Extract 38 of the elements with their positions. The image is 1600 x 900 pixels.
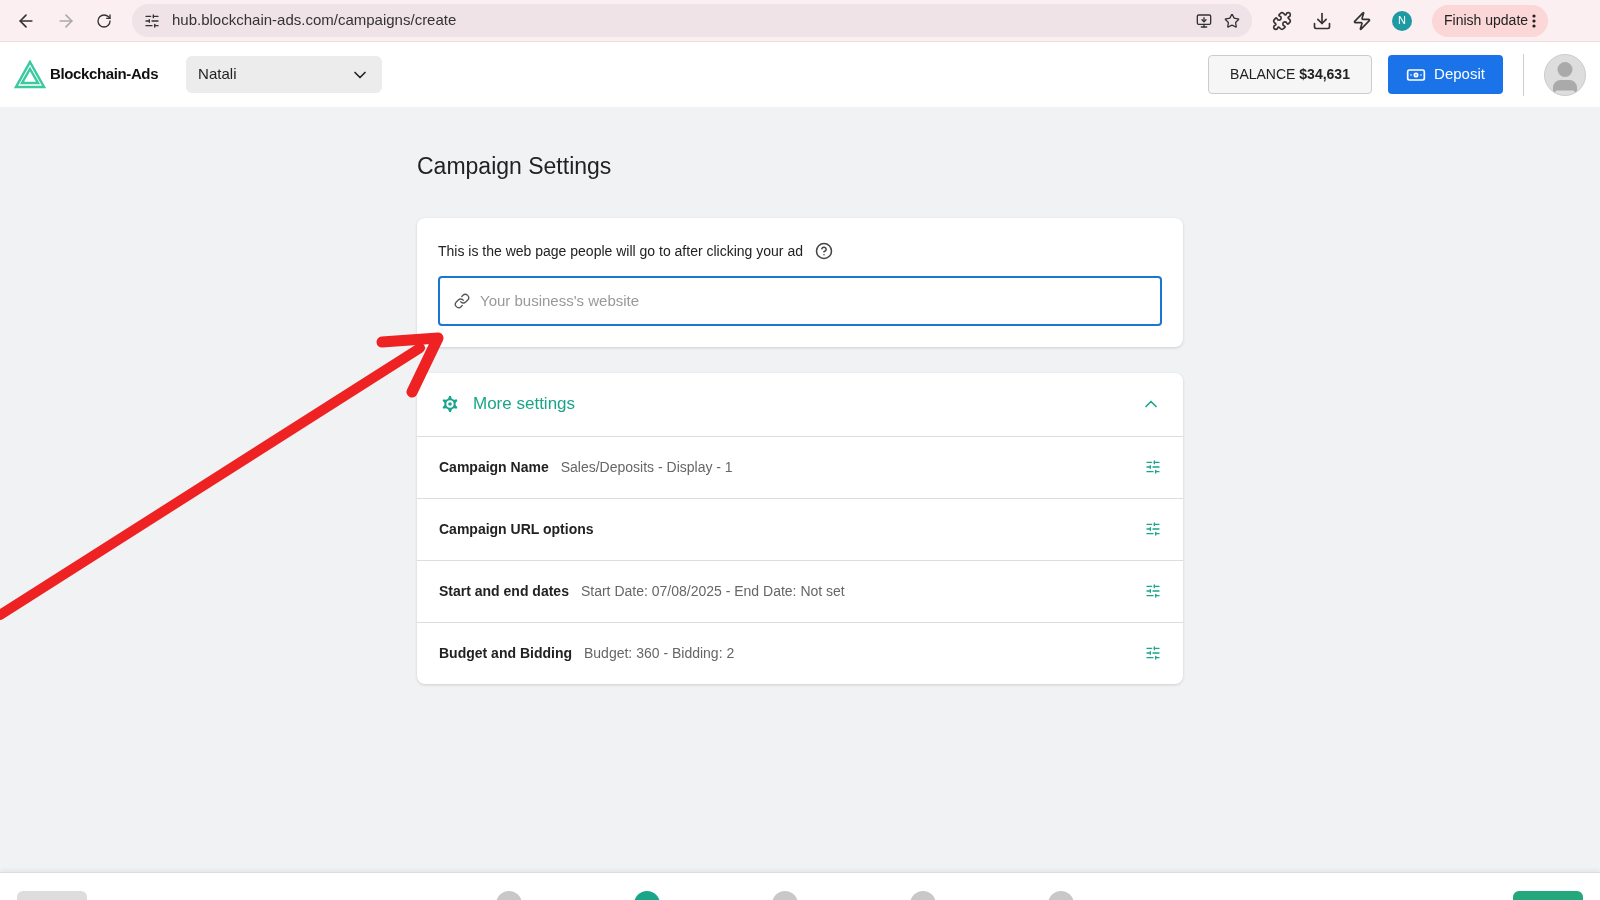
setting-label: Budget and Bidding: [439, 643, 572, 663]
setting-label: Campaign URL options: [439, 519, 594, 539]
website-input-field[interactable]: Your business's website: [438, 275, 1162, 326]
setting-label: Start and end dates: [439, 581, 569, 601]
reload-icon[interactable]: [96, 12, 112, 29]
setting-value: Sales/Deposits - Display - 1: [560, 457, 733, 477]
adjust-icon[interactable]: [1145, 645, 1161, 661]
deposit-button[interactable]: Deposit: [1388, 55, 1503, 94]
finish-update-button[interactable]: Finish update: [1432, 4, 1549, 37]
download-icon[interactable]: [1312, 10, 1332, 31]
url-text: hub.blockchain-ads.com/campaigns/create: [172, 10, 457, 31]
adjust-icon[interactable]: [1145, 583, 1161, 599]
balance-button[interactable]: BALANCE $34,631: [1208, 55, 1372, 94]
page-title: Campaign Settings: [417, 152, 613, 181]
site-settings-icon[interactable]: [144, 12, 160, 29]
lightning-icon[interactable]: [1352, 10, 1372, 31]
settings-row[interactable]: Campaign Name Sales/Deposits - Display - 1: [417, 435, 1183, 498]
adjust-icon[interactable]: [1145, 459, 1161, 475]
logo-icon: [14, 59, 46, 90]
extensions-icon[interactable]: [1272, 10, 1292, 31]
gear-icon: [439, 393, 461, 415]
setting-value: Budget: 360 - Bidding: 2: [584, 643, 735, 663]
settings-row[interactable]: Campaign URL options: [417, 497, 1183, 560]
logo[interactable]: Blockchain-Ads: [14, 59, 159, 90]
more-icon: [1532, 13, 1537, 28]
address-bar[interactable]: hub.blockchain-ads.com/campaigns/create: [132, 4, 1252, 37]
url-card-label: This is the web page people will go to after clicking your ad: [438, 241, 803, 261]
account-dropdown[interactable]: Natali: [186, 56, 383, 93]
user-avatar[interactable]: [1544, 53, 1586, 96]
help-icon[interactable]: [815, 242, 833, 260]
settings-row[interactable]: Start and end dates Start Date: 07/08/2025 - End Date: Not set: [417, 559, 1183, 622]
link-icon: [454, 292, 470, 309]
adjust-icon[interactable]: [1145, 521, 1161, 537]
install-icon[interactable]: [1196, 12, 1212, 29]
setting-value: Start Date: 07/08/2025 - End Date: Not set: [580, 581, 845, 601]
settings-row[interactable]: Budget and Bidding Budget: 360 - Bidding: 2: [417, 621, 1183, 684]
bookmark-star-icon[interactable]: [1224, 12, 1240, 29]
setting-label: Campaign Name: [439, 457, 549, 477]
